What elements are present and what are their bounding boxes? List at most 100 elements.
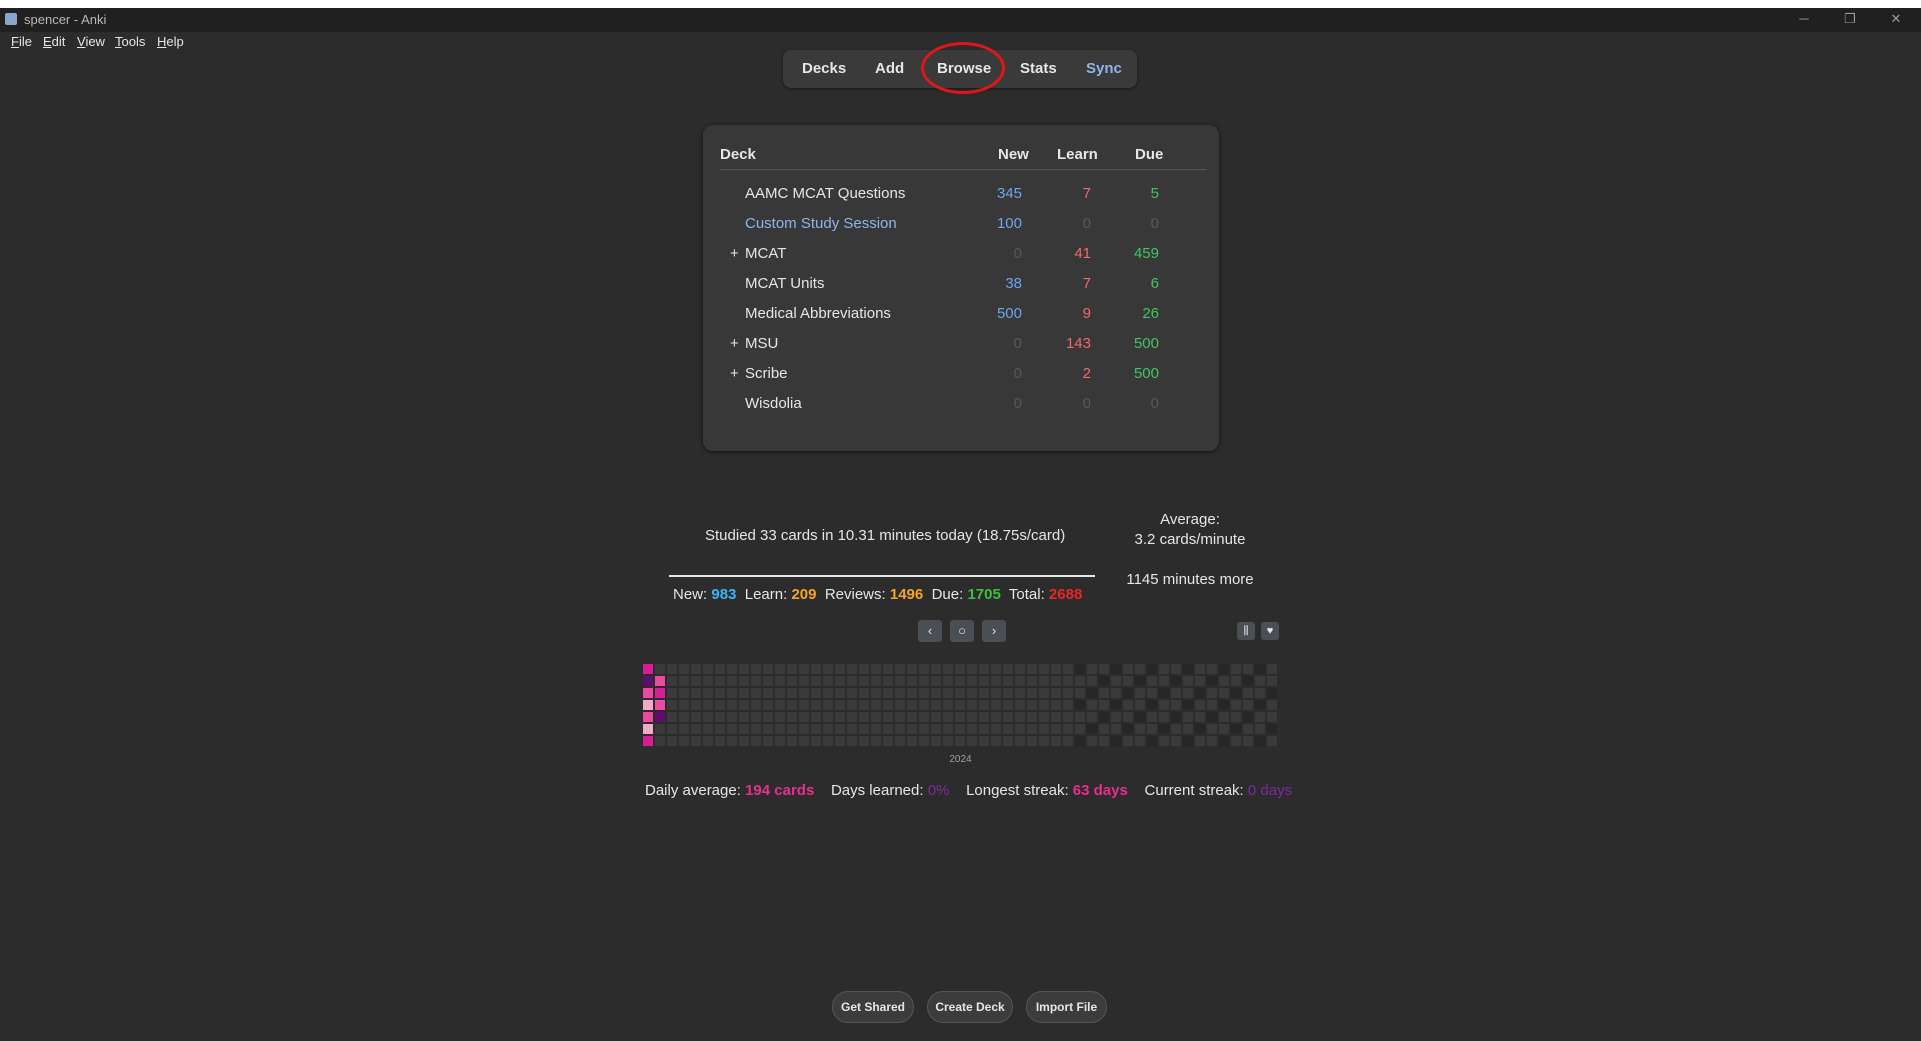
heatmap-day-cell[interactable] (895, 676, 905, 686)
heatmap-day-cell[interactable] (1087, 676, 1097, 686)
heatmap-day-cell[interactable] (751, 700, 761, 710)
heatmap-day-cell[interactable] (1027, 664, 1037, 674)
heatmap-day-cell[interactable] (823, 712, 833, 722)
heatmap-day-cell[interactable] (799, 700, 809, 710)
heatmap-day-cell[interactable] (703, 700, 713, 710)
heatmap-day-cell[interactable] (1255, 676, 1265, 686)
heatmap-day-cell[interactable] (691, 712, 701, 722)
deck-options-gear-icon[interactable]: ⚙ (1187, 215, 1198, 229)
nav-decks-button[interactable]: Decks (802, 60, 846, 77)
menu-view[interactable]: View (77, 34, 105, 49)
heatmap-day-cell[interactable] (835, 664, 845, 674)
heatmap-day-cell[interactable] (943, 676, 953, 686)
heatmap-day-cell[interactable] (1099, 676, 1109, 686)
heatmap-day-cell[interactable] (943, 700, 953, 710)
heatmap-day-cell[interactable] (883, 676, 893, 686)
heatmap-day-cell[interactable] (643, 724, 653, 734)
heatmap-day-cell[interactable] (1027, 688, 1037, 698)
heatmap-day-cell[interactable] (1267, 700, 1277, 710)
menu-tools[interactable]: Tools (115, 34, 145, 49)
heatmap-day-cell[interactable] (871, 736, 881, 746)
heatmap-day-cell[interactable] (679, 700, 689, 710)
heatmap-day-cell[interactable] (979, 700, 989, 710)
heatmap-day-cell[interactable] (799, 724, 809, 734)
heatmap-day-cell[interactable] (1015, 700, 1025, 710)
deck-row[interactable]: AAMC MCAT Questions 345 7 5 ⚙ (703, 185, 1219, 213)
heatmap-day-cell[interactable] (979, 664, 989, 674)
heatmap-day-cell[interactable] (1231, 676, 1241, 686)
heatmap-day-cell[interactable] (823, 664, 833, 674)
deck-row[interactable]: Wisdolia 0 0 0 ⚙ (703, 395, 1219, 423)
heatmap-day-cell[interactable] (787, 700, 797, 710)
heatmap-day-cell[interactable] (655, 700, 665, 710)
heatmap-day-cell[interactable] (787, 712, 797, 722)
heatmap-day-cell[interactable] (751, 688, 761, 698)
heatmap-day-cell[interactable] (1243, 736, 1253, 746)
heatmap-day-cell[interactable] (955, 736, 965, 746)
heatmap-day-cell[interactable] (823, 724, 833, 734)
heatmap-day-cell[interactable] (907, 700, 917, 710)
menu-edit[interactable]: Edit (43, 34, 65, 49)
deck-options-gear-icon[interactable]: ⚙ (1187, 275, 1198, 289)
heatmap-day-cell[interactable] (1231, 712, 1241, 722)
heatmap-day-cell[interactable] (907, 736, 917, 746)
heatmap-day-cell[interactable] (847, 700, 857, 710)
deck-name-link[interactable]: MCAT Units (745, 275, 824, 292)
heatmap-day-cell[interactable] (1051, 724, 1061, 734)
heatmap-day-cell[interactable] (1099, 724, 1109, 734)
heatmap-day-cell[interactable] (1111, 664, 1121, 674)
heatmap-day-cell[interactable] (943, 724, 953, 734)
deck-options-gear-icon[interactable]: ⚙ (1187, 335, 1198, 349)
heatmap-day-cell[interactable] (991, 700, 1001, 710)
heatmap-day-cell[interactable] (763, 688, 773, 698)
heatmap-day-cell[interactable] (1219, 724, 1229, 734)
heatmap-day-cell[interactable] (1027, 712, 1037, 722)
heatmap-day-cell[interactable] (991, 664, 1001, 674)
heatmap-day-cell[interactable] (1099, 664, 1109, 674)
heatmap-day-cell[interactable] (655, 688, 665, 698)
heatmap-day-cell[interactable] (1123, 676, 1133, 686)
heatmap-day-cell[interactable] (1063, 688, 1073, 698)
heatmap-day-cell[interactable] (1147, 664, 1157, 674)
heatmap-day-cell[interactable] (871, 688, 881, 698)
heatmap-day-cell[interactable] (1135, 700, 1145, 710)
heatmap-day-cell[interactable] (871, 712, 881, 722)
heatmap-day-cell[interactable] (1135, 664, 1145, 674)
heatmap-day-cell[interactable] (847, 736, 857, 746)
heatmap-day-cell[interactable] (1111, 676, 1121, 686)
deck-name-link[interactable]: Medical Abbreviations (745, 305, 891, 322)
heatmap-day-cell[interactable] (871, 724, 881, 734)
heatmap-day-cell[interactable] (1063, 712, 1073, 722)
heatmap-day-cell[interactable] (703, 736, 713, 746)
heatmap-day-cell[interactable] (727, 664, 737, 674)
heatmap-day-cell[interactable] (1099, 712, 1109, 722)
heatmap-day-cell[interactable] (1051, 736, 1061, 746)
heatmap-day-cell[interactable] (667, 712, 677, 722)
heatmap-day-cell[interactable] (1183, 712, 1193, 722)
heatmap-day-cell[interactable] (1039, 664, 1049, 674)
heatmap-day-cell[interactable] (919, 700, 929, 710)
heatmap-day-cell[interactable] (715, 700, 725, 710)
heatmap-day-cell[interactable] (967, 712, 977, 722)
heatmap-day-cell[interactable] (1015, 664, 1025, 674)
heatmap-day-cell[interactable] (835, 736, 845, 746)
heatmap-day-cell[interactable] (799, 664, 809, 674)
deck-options-gear-icon[interactable]: ⚙ (1187, 395, 1198, 409)
heatmap-day-cell[interactable] (679, 724, 689, 734)
heatmap-day-cell[interactable] (883, 736, 893, 746)
heatmap-day-cell[interactable] (1075, 676, 1085, 686)
menu-file[interactable]: File (11, 34, 32, 49)
heatmap-day-cell[interactable] (763, 676, 773, 686)
heatmap-day-cell[interactable] (991, 736, 1001, 746)
heatmap-day-cell[interactable] (1051, 688, 1061, 698)
heatmap-day-cell[interactable] (1039, 736, 1049, 746)
heatmap-day-cell[interactable] (883, 724, 893, 734)
deck-name-link[interactable]: Wisdolia (745, 395, 802, 412)
heatmap-day-cell[interactable] (799, 712, 809, 722)
heatmap-day-cell[interactable] (1003, 736, 1013, 746)
heatmap-day-cell[interactable] (679, 736, 689, 746)
heatmap-day-cell[interactable] (1003, 700, 1013, 710)
menu-help[interactable]: Help (157, 34, 184, 49)
heatmap-day-cell[interactable] (871, 676, 881, 686)
heatmap-day-cell[interactable] (811, 688, 821, 698)
